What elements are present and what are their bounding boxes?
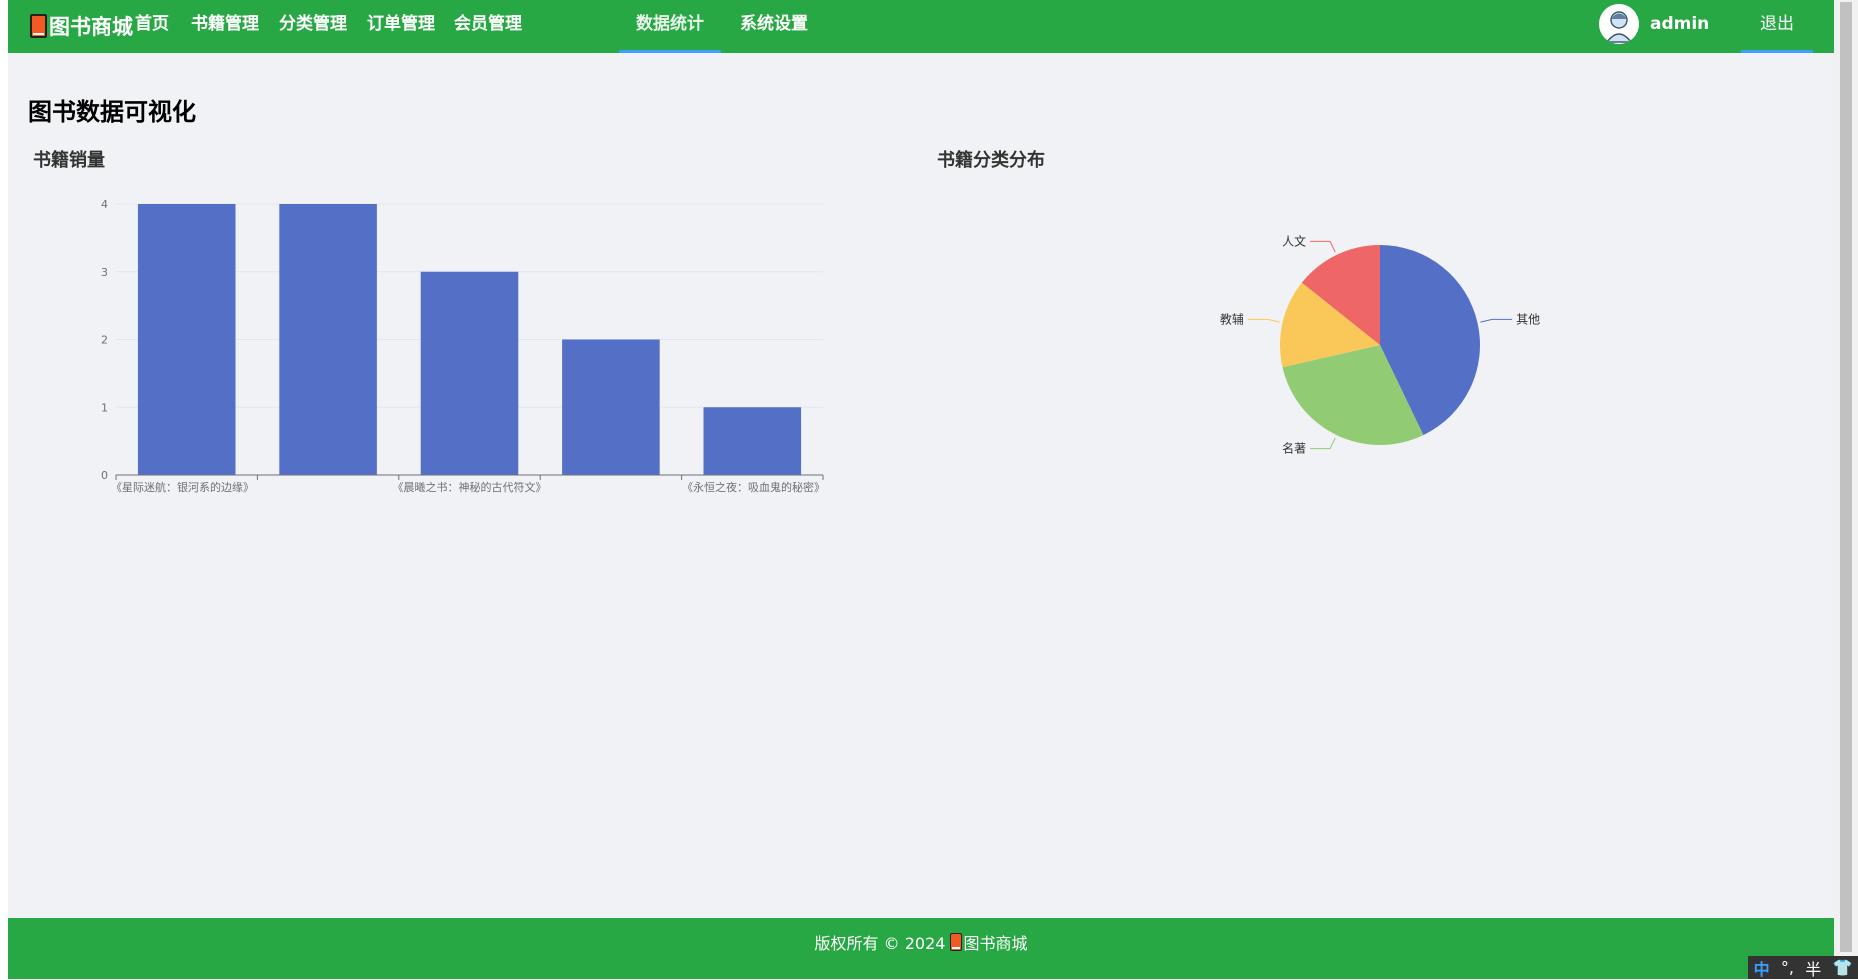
pie-label-line (1480, 318, 1513, 323)
y-tick-label: 1 (101, 401, 108, 414)
avatar-icon (1599, 4, 1639, 44)
x-tick-label: 《星际迷航：银河系的边缘》 (111, 480, 254, 494)
bar (420, 271, 519, 475)
footer-copyright: 版权所有 © 2024 (814, 934, 946, 953)
bar (703, 407, 802, 475)
pie-label-line (1310, 240, 1336, 253)
skin-icon[interactable]: 👕 (1832, 958, 1852, 977)
bar (562, 339, 660, 475)
y-tick-label: 3 (101, 266, 108, 279)
pie-label-line (1310, 437, 1336, 450)
book-icon (950, 933, 963, 951)
x-tick-label: 《永恒之夜：吸血鬼的秘密》 (682, 480, 825, 494)
logout-button[interactable]: 退出 (1741, 0, 1813, 53)
pie-label: 人文 (1282, 233, 1306, 248)
username-label[interactable]: admin (1650, 0, 1709, 49)
bar (279, 204, 377, 475)
ime-punctuation[interactable]: °, (1781, 958, 1794, 977)
category-pie-chart: 其他名著 教辅 人文 (1220, 233, 1540, 456)
ime-mode[interactable]: 中 (1754, 956, 1770, 980)
app-root: 图书商城 首页 书籍管理 分类管理 订单管理 会员管理 数据统计 系统设置 ad… (8, 0, 1834, 979)
bar (137, 204, 236, 475)
footer: 版权所有 © 2024 图书商城 (8, 918, 1834, 979)
scrollbar-thumb[interactable] (1840, 2, 1852, 952)
vertical-scrollbar[interactable] (1834, 0, 1858, 979)
sales-bar-chart: 0 1 2 3 4 《星际迷航：银河系的边缘》 《晨曦之书：神秘的古代符文》 《永恒之夜：吸血… (101, 198, 825, 494)
ime-toolbar[interactable]: 中 °, 半 👕 (1748, 956, 1858, 979)
x-tick-label: 《晨曦之书：神秘的古代符文》 (393, 480, 547, 494)
pie-label: 教辅 (1220, 311, 1244, 326)
pie-label: 其他 (1516, 312, 1540, 326)
y-tick-label: 0 (101, 469, 108, 482)
footer-brand: 图书商城 (963, 934, 1028, 953)
y-tick-label: 4 (101, 198, 108, 211)
y-tick-label: 2 (101, 334, 108, 347)
ime-width[interactable]: 半 (1805, 956, 1821, 980)
user-avatar[interactable] (1599, 4, 1639, 44)
category-chart-title: 书籍分类分布 (937, 150, 1045, 171)
pie-label-line (1247, 318, 1280, 323)
pie-label: 名著 (1282, 441, 1306, 456)
